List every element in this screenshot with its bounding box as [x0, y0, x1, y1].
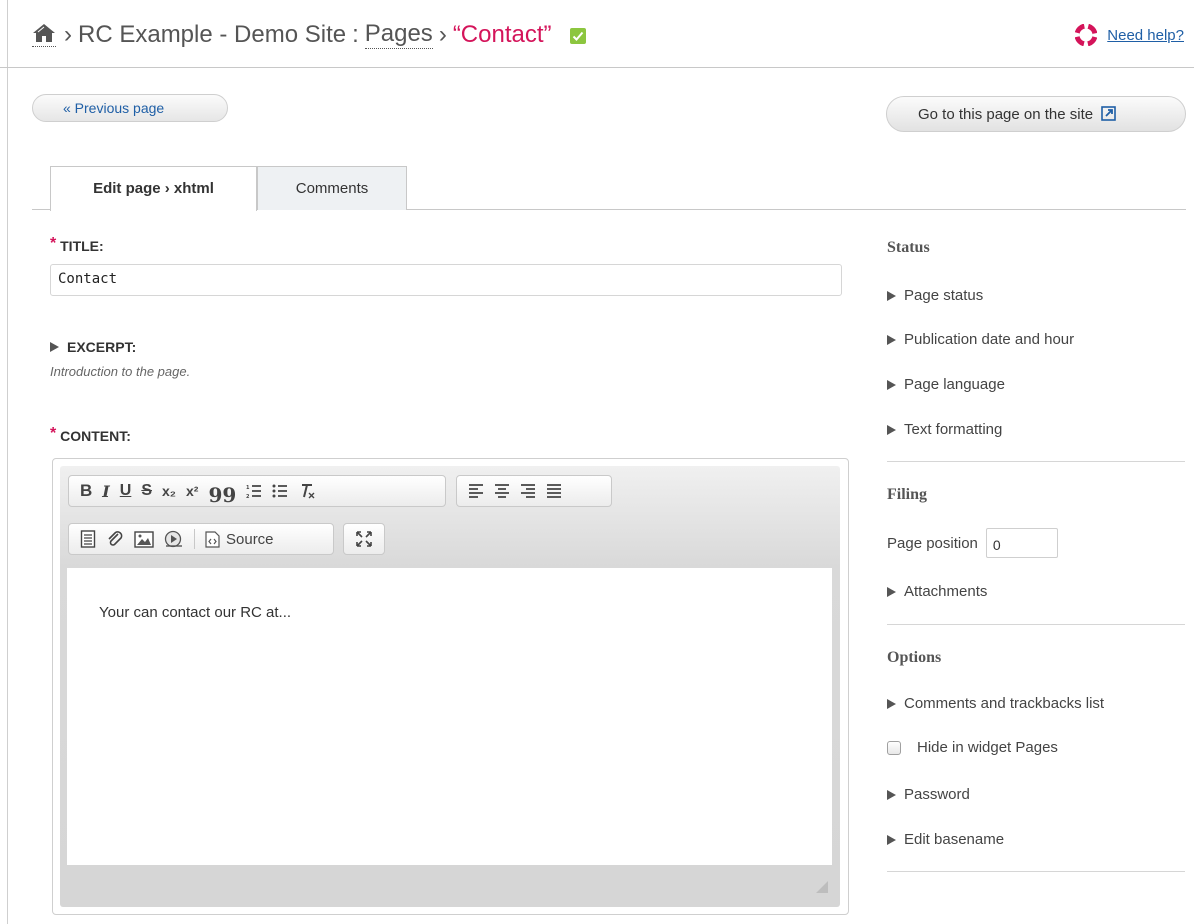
page-position-input[interactable]: 0 — [985, 528, 1058, 558]
align-center-icon[interactable] — [494, 484, 510, 498]
toolbar-alignment — [456, 475, 612, 507]
toolbar-insert: Source — [68, 523, 334, 555]
breadcrumb-current-page: “Contact” — [452, 20, 552, 48]
breadcrumb-separator: › — [438, 20, 447, 48]
hide-in-widget-checkbox-row[interactable]: Hide in widget Pages — [887, 739, 1058, 756]
sidebar-item-publication-date[interactable]: Publication date and hour — [887, 331, 1074, 348]
sidebar-item-label: Comments and trackbacks list — [904, 695, 1105, 712]
sidebar-item-label: Page status — [904, 287, 984, 304]
sidebar-item-label: Edit basename — [904, 831, 1005, 848]
editor-content-area[interactable]: Your can contact our RC at... — [67, 568, 832, 865]
hide-in-widget-label: Hide in widget Pages — [917, 739, 1058, 756]
sidebar-item-text-formatting[interactable]: Text formatting — [887, 421, 1002, 438]
breadcrumb-separator: › — [64, 20, 72, 48]
svg-text:2: 2 — [246, 494, 250, 499]
sidebar-item-page-status[interactable]: Page status — [887, 287, 983, 304]
sidebar-item-label: Attachments — [904, 583, 988, 600]
superscript-button[interactable]: x² — [186, 483, 198, 499]
title-label: TITLE: — [60, 238, 104, 254]
blockquote-button[interactable]: 99 — [208, 483, 236, 507]
bold-button[interactable]: B — [80, 481, 92, 501]
external-link-icon — [1101, 106, 1117, 125]
filing-heading: Filing — [887, 486, 928, 503]
toolbar-basic-styles: B I U S x₂ x² 99 12 — [68, 475, 446, 507]
help-link[interactable]: Need help? — [1075, 24, 1184, 46]
title-input[interactable]: Contact — [50, 264, 842, 296]
left-border — [7, 0, 8, 924]
numbered-list-icon[interactable]: 12 — [246, 483, 262, 499]
toolbar-separator — [194, 529, 195, 549]
resize-grip-icon[interactable] — [815, 880, 829, 894]
sidebar-item-label: Text formatting — [904, 421, 1003, 438]
align-justify-icon[interactable] — [546, 484, 562, 498]
sidebar-item-password[interactable]: Password — [887, 786, 970, 803]
sidebar-item-page-language[interactable]: Page language — [887, 376, 1005, 393]
attachment-icon[interactable] — [106, 530, 124, 548]
align-left-icon[interactable] — [468, 484, 484, 498]
sidebar-divider — [887, 871, 1185, 872]
breadcrumb-pages-link[interactable]: Pages — [364, 20, 433, 49]
tab-comments[interactable]: Comments — [257, 166, 407, 210]
required-marker: * — [50, 425, 57, 442]
bulleted-list-icon[interactable] — [272, 483, 288, 499]
expand-triangle-icon — [887, 834, 896, 845]
breadcrumb-site-name: RC Example - Demo Site — [78, 20, 347, 48]
sidebar-item-attachments[interactable]: Attachments — [887, 583, 987, 600]
status-heading: Status — [887, 239, 930, 256]
expand-triangle-icon — [887, 698, 896, 709]
toolbar-tools — [343, 523, 385, 555]
expand-triangle-icon — [887, 586, 896, 597]
lifebuoy-icon — [1075, 24, 1098, 46]
options-heading: Options — [887, 649, 942, 666]
media-icon[interactable] — [164, 530, 184, 548]
sidebar-item-edit-basename[interactable]: Edit basename — [887, 831, 1004, 848]
expand-triangle-icon — [887, 290, 896, 301]
maximize-icon[interactable] — [355, 530, 373, 548]
sidebar-item-label: Password — [904, 786, 970, 803]
home-icon[interactable] — [32, 22, 56, 47]
sidebar-divider — [887, 461, 1185, 462]
document-icon[interactable] — [80, 530, 96, 548]
subscript-button[interactable]: x₂ — [162, 483, 176, 499]
goto-site-label: Go to this page on the site — [918, 106, 1094, 123]
svg-text:1: 1 — [246, 485, 250, 491]
previous-page-button[interactable]: « Previous page — [32, 94, 228, 122]
hide-in-widget-checkbox[interactable] — [887, 740, 901, 755]
excerpt-label: EXCERPT: — [67, 339, 137, 355]
editor-content-text: Your can contact our RC at... — [99, 604, 292, 621]
title-label-wrap: * TITLE: — [50, 235, 104, 256]
page-header: › RC Example - Demo Site : Pages › “Cont… — [0, 0, 1194, 68]
page-position-label: Page position — [887, 534, 978, 552]
excerpt-help-text: Introduction to the page. — [50, 364, 191, 379]
remove-format-icon[interactable] — [298, 482, 316, 500]
align-right-icon[interactable] — [520, 484, 536, 498]
expand-triangle-icon — [887, 334, 896, 345]
required-marker: * — [50, 235, 57, 252]
excerpt-toggle[interactable]: EXCERPT: — [50, 339, 136, 355]
content-label-wrap: * CONTENT: — [50, 425, 131, 446]
expand-triangle-icon — [887, 379, 896, 390]
expand-triangle-icon — [50, 342, 59, 352]
expand-triangle-icon — [887, 424, 896, 435]
sidebar-divider — [887, 624, 1185, 625]
tab-edit-page[interactable]: Edit page › xhtml — [50, 166, 257, 211]
help-label[interactable]: Need help? — [1107, 27, 1184, 44]
image-icon[interactable] — [134, 530, 154, 548]
page-position-row: Page position 0 — [887, 528, 1058, 558]
strike-button[interactable]: S — [141, 482, 152, 500]
published-check-icon — [569, 27, 586, 44]
source-label: Source — [226, 530, 274, 548]
breadcrumb: › RC Example - Demo Site : Pages › “Cont… — [32, 20, 586, 49]
underline-button[interactable]: U — [120, 482, 132, 500]
breadcrumb-colon: : — [352, 20, 359, 48]
expand-triangle-icon — [887, 789, 896, 800]
content-label: CONTENT: — [60, 428, 131, 444]
sidebar-item-label: Page language — [904, 376, 1005, 393]
source-icon — [205, 530, 220, 548]
italic-button[interactable]: I — [102, 482, 109, 501]
sidebar-item-comments-trackbacks[interactable]: Comments and trackbacks list — [887, 695, 1104, 712]
sidebar-item-label: Publication date and hour — [904, 331, 1075, 348]
source-button[interactable]: Source — [205, 531, 274, 548]
goto-site-button[interactable]: Go to this page on the site — [886, 96, 1186, 132]
